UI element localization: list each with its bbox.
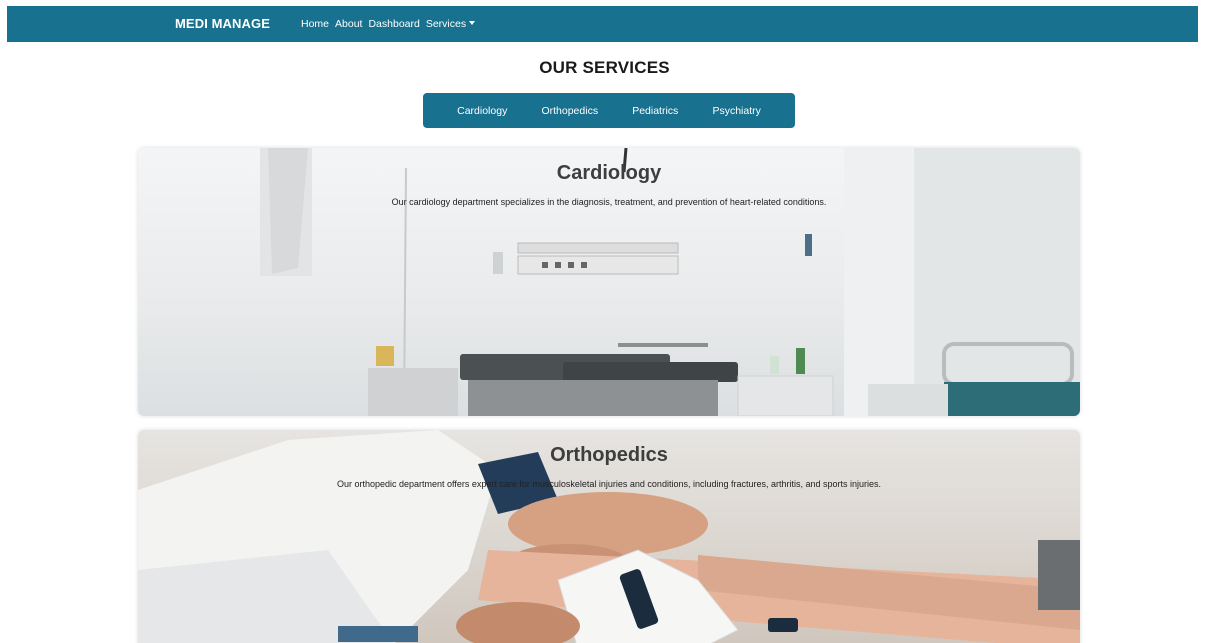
- nav-link-home[interactable]: Home: [301, 18, 329, 30]
- service-title-cardiology: Cardiology: [556, 162, 662, 184]
- nav-link-services-dropdown[interactable]: Services: [425, 18, 476, 30]
- caret-down-icon: [469, 21, 476, 25]
- service-card-orthopedics: Orthopedics Our orthopedic department of…: [138, 430, 1080, 643]
- tab-cardiology[interactable]: Cardiology: [457, 105, 507, 117]
- navbar: MEDI MANAGE Home About Dashboard Service…: [7, 6, 1198, 42]
- nav-links: Home About Dashboard Services: [301, 18, 476, 30]
- page-title: OUR SERVICES: [539, 58, 670, 77]
- brand-logo[interactable]: MEDI MANAGE: [175, 16, 270, 31]
- hospital-room-image: [260, 148, 1080, 416]
- service-description-orthopedics: Our orthopedic department offers expert …: [336, 479, 882, 489]
- nav-link-services-label: Services: [425, 18, 467, 30]
- tab-orthopedics[interactable]: Orthopedics: [541, 105, 598, 117]
- tab-pediatrics[interactable]: Pediatrics: [632, 105, 678, 117]
- nav-link-dashboard[interactable]: Dashboard: [368, 18, 419, 30]
- services-tab-bar: Cardiology Orthopedics Pediatrics Psychi…: [423, 93, 795, 128]
- service-description-cardiology: Our cardiology department specializes in…: [391, 197, 827, 207]
- service-card-cardiology: Cardiology Our cardiology department spe…: [138, 148, 1080, 416]
- tab-psychiatry[interactable]: Psychiatry: [712, 105, 760, 117]
- nav-link-about[interactable]: About: [335, 18, 362, 30]
- service-title-orthopedics: Orthopedics: [550, 444, 668, 466]
